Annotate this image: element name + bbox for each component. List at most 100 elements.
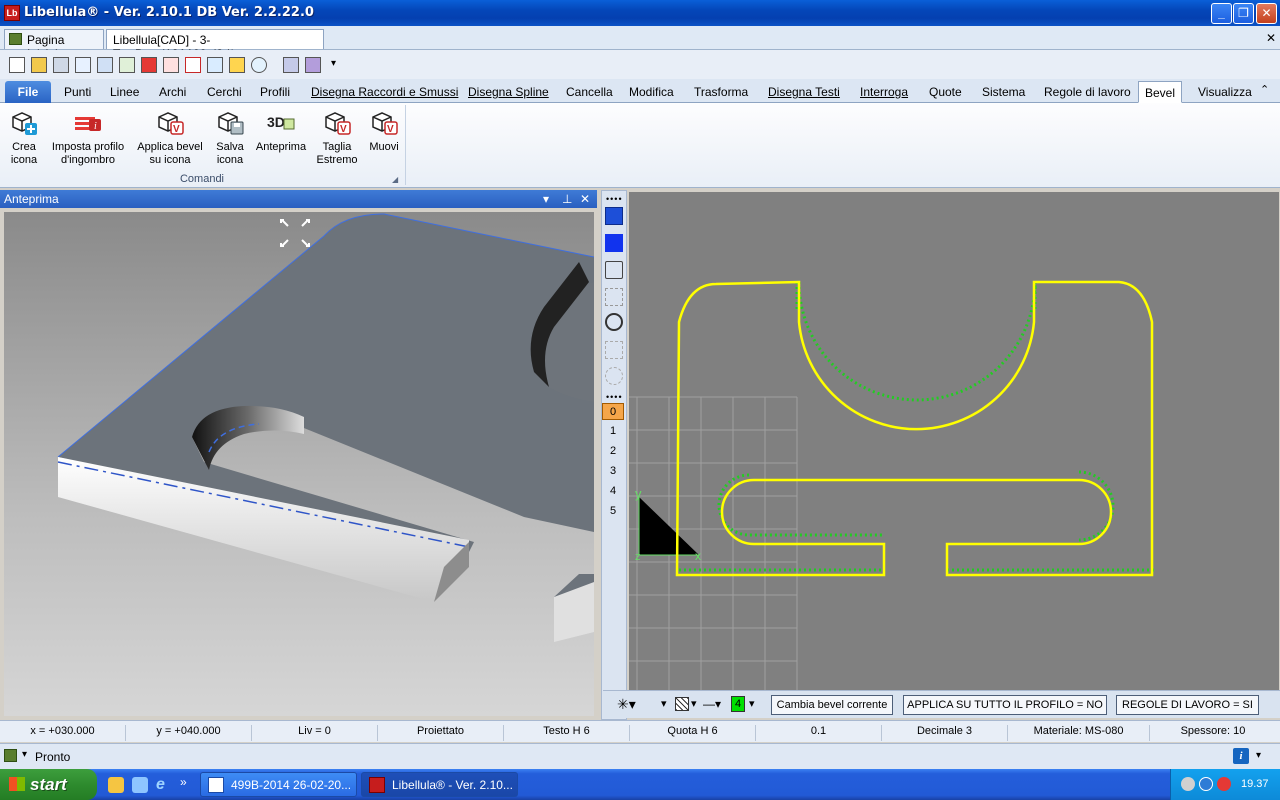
layer-0[interactable]: 0: [602, 403, 624, 420]
target-tool-icon[interactable]: [605, 313, 623, 331]
tab-pagina-iniziale[interactable]: Pagina Iniziale: [4, 29, 104, 61]
anteprima-button[interactable]: 3D Anteprima: [252, 109, 310, 154]
axis-z-label: z: [635, 551, 641, 563]
measure-tool-icon[interactable]: [605, 261, 623, 279]
dialog-launcher-icon[interactable]: ◢: [392, 175, 398, 184]
tab-cad-document[interactable]: Libellula[CAD] - 3-TestBevel12A100.d3d*: [106, 29, 324, 61]
scale-tool-icon[interactable]: [605, 341, 623, 359]
color-tool-icon[interactable]: [605, 234, 623, 252]
line-style-icon[interactable]: —▾: [703, 697, 721, 711]
magnifier-tool-icon[interactable]: [605, 367, 623, 385]
grid-icon[interactable]: [283, 57, 299, 73]
minimize-button[interactable]: _: [1211, 3, 1232, 24]
close-document-icon[interactable]: ✕: [1266, 31, 1276, 45]
layers-icon[interactable]: [305, 57, 321, 73]
taskbar-item-document[interactable]: 499B-2014 26-02-20...: [200, 772, 357, 797]
zoom-icon[interactable]: [251, 57, 267, 73]
tab-cancella[interactable]: Cancella: [560, 81, 619, 103]
select-tool-icon[interactable]: [605, 207, 623, 225]
quick-access-toolbar: ▾: [0, 50, 1280, 80]
imposta-profilo-button[interactable]: i Imposta profilo d'ingombro: [46, 109, 130, 167]
tab-profili[interactable]: Profili: [254, 81, 296, 103]
tab-trasforma[interactable]: Trasforma: [688, 81, 754, 103]
taglia-estremo-button[interactable]: V Taglia Estremo: [314, 109, 360, 167]
new-file-icon[interactable]: [9, 57, 25, 73]
link-icon[interactable]: [119, 57, 135, 73]
panel-pin-icon[interactable]: ⊥: [562, 192, 572, 206]
line-width-dropdown-icon[interactable]: ▾: [749, 697, 755, 710]
undo-icon[interactable]: [185, 57, 201, 73]
save-icon[interactable]: [53, 57, 69, 73]
maximize-button[interactable]: ❐: [1233, 3, 1254, 24]
cube-plus-icon: [10, 109, 38, 137]
applica-bevel-button[interactable]: V Applica bevel su icona: [132, 109, 208, 167]
network-icon[interactable]: [1181, 777, 1195, 791]
tab-quote[interactable]: Quote: [923, 81, 968, 103]
crea-icona-button[interactable]: Crea icona: [4, 109, 44, 167]
linetype-dropdown-icon[interactable]: ▾: [661, 697, 667, 710]
security-icon[interactable]: [1199, 777, 1213, 791]
delete-icon[interactable]: [141, 57, 157, 73]
tab-interroga[interactable]: Interroga: [854, 81, 914, 103]
layer-3[interactable]: 3: [602, 463, 624, 480]
home-icon[interactable]: [4, 749, 17, 762]
warning-icon[interactable]: [229, 57, 245, 73]
info-dropdown-icon[interactable]: ▾: [1256, 750, 1261, 761]
open-folder-icon[interactable]: [31, 57, 47, 73]
panel-dropdown-icon[interactable]: ▾: [543, 192, 549, 206]
status-bar: x = +030.000 y = +040.000 Liv = 0 Proiet…: [0, 720, 1280, 742]
eraser-icon[interactable]: [163, 57, 179, 73]
preview-panel-header: Anteprima ▾ ⊥ ✕: [0, 190, 597, 208]
desktop-icon[interactable]: [132, 777, 148, 793]
3d-preview-viewport[interactable]: [4, 212, 594, 716]
tab-disegna-testi[interactable]: Disegna Testi: [762, 81, 846, 103]
internet-explorer-icon[interactable]: e: [156, 776, 172, 793]
cad-drawing-canvas[interactable]: y x z: [629, 192, 1279, 690]
tab-visualizza[interactable]: Visualizza: [1192, 81, 1258, 103]
tab-regole-di-lavoro[interactable]: Regole di lavoro: [1038, 81, 1137, 103]
save-as-icon[interactable]: [75, 57, 91, 73]
line-width-value[interactable]: 4: [731, 696, 745, 712]
applica-profilo-button[interactable]: APPLICA SU TUTTO IL PROFILO = NO: [903, 695, 1107, 715]
layer-4[interactable]: 4: [602, 483, 624, 500]
export-icon[interactable]: [97, 57, 113, 73]
query-tool-icon[interactable]: [605, 288, 623, 306]
close-button[interactable]: ✕: [1256, 3, 1277, 24]
taskbar-item-libellula[interactable]: Libellula® - Ver. 2.10...: [361, 772, 518, 797]
tab-disegna-raccordi[interactable]: Disegna Raccordi e Smussi: [305, 81, 464, 103]
panel-close-icon[interactable]: ✕: [580, 192, 590, 206]
info-icon[interactable]: i: [1233, 748, 1249, 764]
system-tray: 19.37: [1170, 769, 1280, 800]
muovi-button[interactable]: V Muovi: [364, 109, 404, 154]
snap-icon[interactable]: ✳▾: [617, 696, 636, 713]
tab-punti[interactable]: Punti: [58, 81, 97, 103]
layer-5[interactable]: 5: [602, 503, 624, 520]
toolbar-grip-icon: ••••: [606, 194, 623, 204]
layer-2[interactable]: 2: [602, 443, 624, 460]
tab-cerchi[interactable]: Cerchi: [201, 81, 248, 103]
home-dropdown-icon[interactable]: ▾: [22, 749, 27, 760]
antivirus-icon[interactable]: [1217, 777, 1231, 791]
customize-toolbar-icon[interactable]: ▾: [331, 58, 336, 69]
tab-disegna-spline[interactable]: Disegna Spline: [462, 81, 555, 103]
hatch-dropdown-icon[interactable]: ▾: [691, 697, 697, 710]
tab-file[interactable]: File: [5, 81, 51, 103]
start-button[interactable]: start: [0, 769, 97, 800]
tab-modifica[interactable]: Modifica: [623, 81, 680, 103]
tab-bevel[interactable]: Bevel: [1138, 81, 1183, 103]
tab-archi[interactable]: Archi: [153, 81, 192, 103]
quicklaunch-more-icon[interactable]: »: [180, 775, 187, 789]
tab-linee[interactable]: Linee: [104, 81, 145, 103]
tab-sistema[interactable]: Sistema: [976, 81, 1031, 103]
cube-icon[interactable]: [207, 57, 223, 73]
ribbon-collapse-icon[interactable]: ⌃: [1260, 83, 1269, 96]
hatch-icon[interactable]: [675, 697, 689, 711]
outlook-icon[interactable]: [108, 777, 124, 793]
status-y-coord: y = +040.000: [126, 725, 252, 741]
salva-icona-button[interactable]: Salva icona: [210, 109, 250, 167]
layer-1[interactable]: 1: [602, 423, 624, 440]
ribbon-tabs: File Punti Linee Archi Cerchi Profili Di…: [0, 79, 1280, 103]
cambia-bevel-button[interactable]: Cambia bevel corrente: [771, 695, 893, 715]
status-level: Liv = 0: [252, 725, 378, 741]
regole-lavoro-button[interactable]: REGOLE DI LAVORO = SI: [1116, 695, 1259, 715]
